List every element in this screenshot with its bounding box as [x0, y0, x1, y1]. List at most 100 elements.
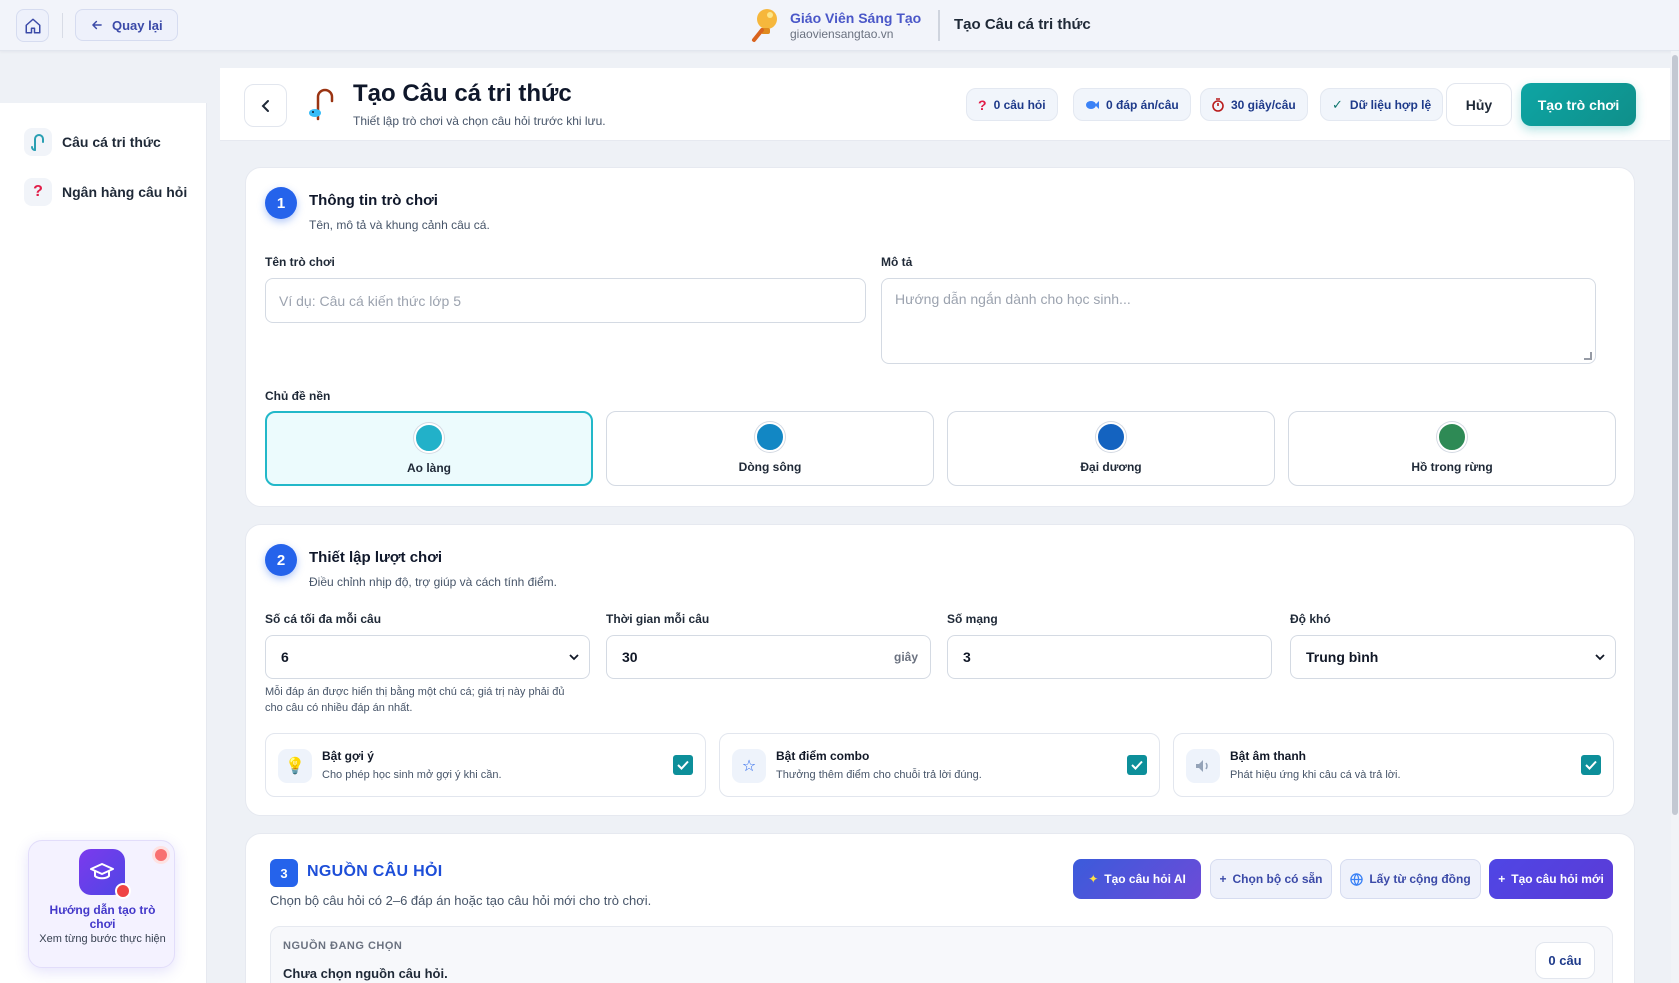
toggle-hints[interactable]: 💡 Bật gợi ý Cho phép học sinh mở gợi ý k…: [265, 733, 706, 797]
toggle-subtitle: Cho phép học sinh mở gợi ý khi cần.: [322, 769, 502, 781]
home-button[interactable]: [16, 9, 49, 42]
arrow-left-icon: [92, 20, 102, 30]
create-new-question-button[interactable]: + Tạo câu hỏi mới: [1489, 859, 1613, 899]
selected-source-panel: NGUỒN ĐANG CHỌN Chưa chọn nguồn câu hỏi.…: [270, 926, 1613, 983]
guide-title: Hướng dẫn tạo trò chơi: [49, 903, 156, 931]
home-icon: [25, 18, 40, 33]
page-name: Tạo Câu cá tri thức: [954, 16, 1091, 33]
color-swatch: [1096, 422, 1126, 452]
game-name-input[interactable]: Ví dụ: Câu cá kiến thức lớp 5: [265, 278, 866, 323]
fish-icon: [1086, 100, 1099, 109]
time-unit: giây: [893, 650, 918, 664]
selected-source-value: Chưa chọn nguồn câu hỏi.: [283, 966, 448, 981]
difficulty-label: Độ khó: [1290, 612, 1331, 626]
question-count-badge: 0 câu: [1535, 942, 1595, 979]
color-swatch: [1437, 422, 1467, 452]
choose-existing-set-button[interactable]: + Chọn bộ có sẵn: [1210, 859, 1332, 899]
section-subtitle: Tên, mô tả và khung cảnh câu cá.: [309, 218, 490, 232]
check-icon: ✓: [1332, 96, 1343, 112]
top-bar: Quay lại Giáo Viên Sáng Tạo giaoviensang…: [0, 0, 1679, 51]
page-title: Tạo Câu cá tri thức: [353, 80, 572, 107]
star-icon: ☆: [732, 749, 766, 783]
theme-option-river[interactable]: Dòng sông: [606, 411, 934, 486]
step-badge: 2: [265, 544, 297, 576]
page-scrollbar[interactable]: [1671, 51, 1679, 983]
globe-icon: [1350, 872, 1364, 886]
sparkle-icon: ✦: [1088, 872, 1099, 886]
community-button[interactable]: Lấy từ cộng đồng: [1340, 859, 1481, 899]
difficulty-select[interactable]: Trung bình: [1290, 635, 1616, 679]
guide-subtitle: Xem từng bước thực hiện: [39, 933, 166, 945]
toggle-combo[interactable]: ☆ Bật điểm combo Thưởng thêm điểm cho ch…: [719, 733, 1160, 797]
game-name-label: Tên trò chơi: [265, 255, 335, 269]
section-game-info: 1 Thông tin trò chơi Tên, mô tả và khung…: [245, 167, 1635, 507]
question-mark-icon: ?: [978, 96, 987, 113]
cancel-button[interactable]: Hủy: [1446, 83, 1512, 126]
toggle-title: Bật âm thanh: [1230, 749, 1307, 763]
speaker-icon: [1186, 749, 1220, 783]
page-subtitle: Thiết lập trò chơi và chọn câu hỏi trước…: [353, 114, 606, 128]
main-header: Tạo Câu cá tri thức Thiết lập trò chơi v…: [220, 68, 1670, 141]
lives-input[interactable]: 3: [947, 635, 1272, 679]
theme-option-ocean[interactable]: Đại dương: [947, 411, 1275, 486]
resize-handle-icon[interactable]: [1584, 352, 1592, 360]
toggle-sound[interactable]: Bật âm thanh Phát hiệu ứng khi câu cá và…: [1173, 733, 1614, 797]
theme-option-forest-lake[interactable]: Hồ trong rừng: [1288, 411, 1616, 486]
chip-question-count: ? 0 câu hỏi: [966, 88, 1058, 121]
section-title: Thiết lập lượt chơi: [309, 549, 443, 566]
hints-checkbox[interactable]: [673, 755, 693, 775]
back-button[interactable]: Quay lại: [75, 9, 178, 41]
brand[interactable]: Giáo Viên Sáng Tạo giaoviensangtao.vn: [750, 6, 921, 44]
ai-generate-button[interactable]: ✦ Tạo câu hỏi AI: [1073, 859, 1201, 899]
description-placeholder: Hướng dẫn ngắn dành cho học sinh...: [895, 291, 1131, 307]
theme-label: Chủ đề nền: [265, 389, 331, 403]
chevron-down-icon: [1595, 654, 1605, 661]
graduation-cap-icon: [79, 849, 131, 899]
section-title: Thông tin trò chơi: [309, 192, 438, 209]
sidebar-item-label: Ngân hàng câu hỏi: [62, 184, 188, 200]
create-game-button[interactable]: Tạo trò chơi: [1521, 83, 1636, 126]
guide-card[interactable]: Hướng dẫn tạo trò chơi Xem từng bước thự…: [28, 840, 175, 968]
chevron-left-icon: [261, 99, 269, 112]
fishing-game-icon: [309, 88, 334, 121]
lightbulb-icon: 💡: [278, 749, 312, 783]
section-subtitle: Chọn bộ câu hỏi có 2–6 đáp án hoặc tạo c…: [270, 893, 652, 908]
toggle-subtitle: Phát hiệu ứng khi câu cá và trả lời.: [1230, 769, 1401, 781]
step-badge: 1: [265, 187, 297, 219]
max-fish-label: Số cá tối đa mỗi câu: [265, 612, 382, 626]
play-icon: [115, 883, 131, 899]
fishing-hook-icon: [24, 128, 52, 156]
section-play-settings: 2 Thiết lập lượt chơi Điều chỉnh nhịp độ…: [245, 524, 1635, 816]
stopwatch-icon: [1212, 97, 1224, 112]
sidebar-item-fishing-game[interactable]: Câu cá tri thức: [24, 127, 161, 157]
check-icon: [1585, 760, 1597, 770]
chip-answer-count: 0 đáp án/câu: [1073, 88, 1191, 121]
plus-icon: +: [1498, 872, 1506, 886]
sidebar-item-question-bank[interactable]: ? Ngân hàng câu hỏi: [24, 177, 187, 207]
sidebar-item-label: Câu cá tri thức: [62, 134, 161, 150]
back-button-label: Quay lại: [112, 17, 163, 33]
toggle-title: Bật điểm combo: [776, 749, 870, 763]
lightbulb-logo-icon: [752, 9, 777, 42]
chip-time-per-question: 30 giây/câu: [1200, 88, 1308, 121]
brand-url: giaoviensangtao.vn: [790, 26, 894, 41]
time-input[interactable]: 30 giây: [606, 635, 931, 679]
header-back-button[interactable]: [244, 84, 287, 127]
check-icon: [677, 760, 689, 770]
toggle-subtitle: Thưởng thêm điểm cho chuỗi trả lời đúng.: [776, 769, 982, 781]
theme-option-label: Hồ trong rừng: [1411, 460, 1493, 474]
combo-checkbox[interactable]: [1127, 755, 1147, 775]
max-fish-select[interactable]: 6: [265, 635, 590, 679]
chevron-down-icon: [569, 654, 579, 661]
theme-option-label: Đại dương: [1080, 460, 1142, 474]
description-textarea[interactable]: Hướng dẫn ngắn dành cho học sinh...: [881, 278, 1596, 364]
toggle-title: Bật gợi ý: [322, 749, 374, 763]
section-question-source: 3 NGUỒN CÂU HỎI Chọn bộ câu hỏi có 2–6 đ…: [245, 833, 1635, 983]
color-swatch: [414, 423, 444, 453]
section-subtitle: Điều chỉnh nhịp độ, trợ giúp và cách tín…: [309, 575, 558, 589]
section-title: NGUỒN CÂU HỎI: [307, 863, 443, 880]
sound-checkbox[interactable]: [1581, 755, 1601, 775]
scrollbar-thumb[interactable]: [1672, 55, 1678, 815]
check-icon: [1131, 760, 1143, 770]
theme-option-village-pond[interactable]: Ao làng: [265, 411, 593, 486]
